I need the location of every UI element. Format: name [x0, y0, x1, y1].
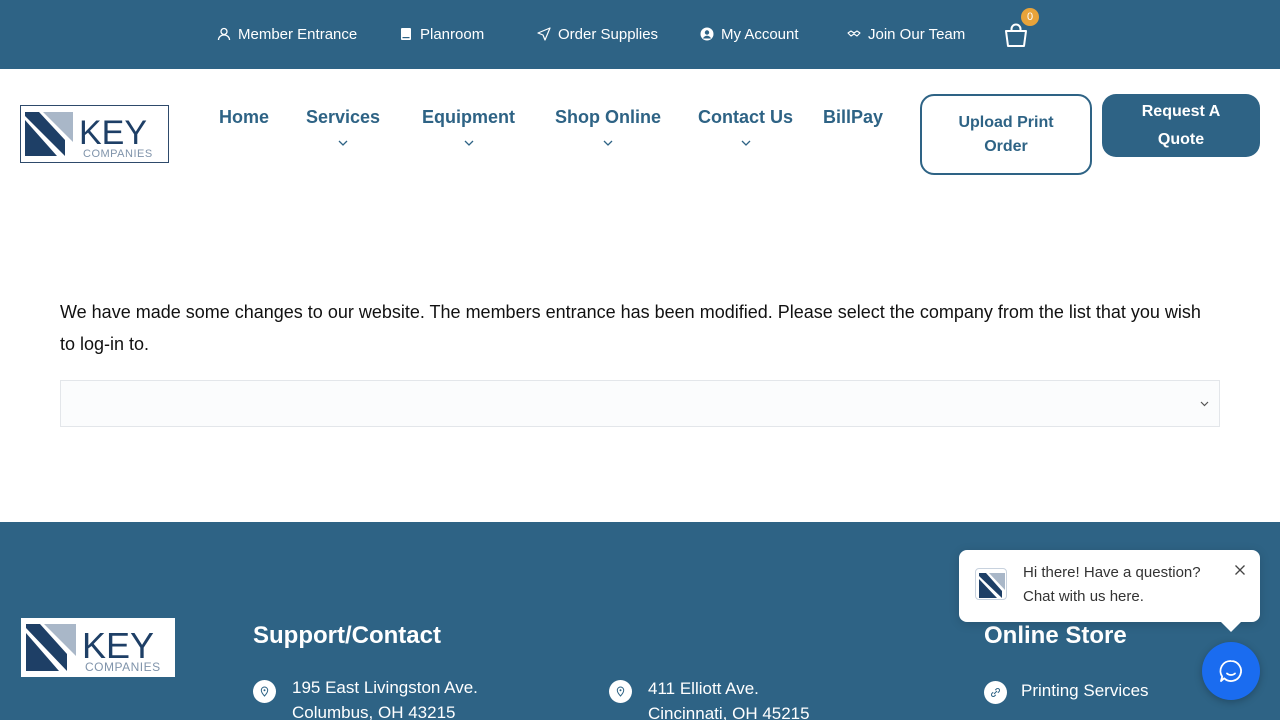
nav-shop-online-label: Shop Online [555, 107, 661, 127]
chat-prompt-line1: Hi there! Have a question? [1023, 564, 1201, 581]
nav-home-label: Home [219, 107, 270, 127]
chevron-down-icon [603, 140, 613, 146]
cart-count-badge: 0 [1021, 8, 1039, 26]
nav-shop-online[interactable]: Shop Online [555, 107, 661, 146]
cincinnati-address[interactable]: 411 Elliott Ave. Cincinnati, OH 45215 [648, 676, 810, 720]
nav-services-label: Services [306, 107, 381, 127]
link-icon [984, 681, 1007, 704]
printing-services-link[interactable]: Printing Services [1021, 681, 1149, 701]
nav-contact-us-label: Contact Us [698, 107, 794, 127]
company-select[interactable] [60, 380, 1220, 427]
chevron-down-icon [1200, 401, 1209, 407]
upload-print-order-button[interactable]: Upload Print Order [920, 94, 1092, 175]
chat-prompt-bubble[interactable]: Hi there! Have a question? Chat with us … [959, 550, 1260, 632]
book-icon [401, 28, 411, 40]
send-icon [537, 27, 551, 41]
top-bar: Member Entrance Planroom Order Supplies … [0, 0, 1280, 69]
columbus-address-line1: 195 East Livingston Ave. [292, 678, 478, 697]
location-pin-icon [253, 680, 276, 703]
my-account-label: My Account [721, 25, 799, 43]
join-our-team-label: Join Our Team [868, 25, 966, 43]
nav-equipment[interactable]: Equipment [422, 107, 515, 146]
nav-home[interactable]: Home [219, 107, 269, 128]
members-notice-text: We have made some changes to our website… [60, 302, 1201, 354]
nav-billpay-label: BillPay [823, 107, 884, 127]
columbus-address[interactable]: 195 East Livingston Ave. Columbus, OH 43… [292, 675, 478, 720]
user-icon [217, 27, 231, 41]
support-contact-heading: Support/Contact [253, 622, 441, 649]
planroom-link[interactable]: Planroom [399, 24, 484, 44]
chevron-down-icon [741, 140, 750, 146]
chevron-down-icon [338, 140, 348, 146]
order-supplies-link[interactable]: Order Supplies [537, 24, 658, 44]
member-entrance-label: Member Entrance [238, 25, 358, 43]
member-entrance-link[interactable]: Member Entrance [217, 24, 357, 44]
cincinnati-address-line2: Cincinnati, OH 45215 [648, 704, 810, 720]
location-pin-icon [609, 680, 632, 703]
key-companies-logo[interactable]: KEY COMPANIES [20, 105, 169, 163]
nav-contact-us[interactable]: Contact Us [698, 107, 793, 146]
request-a-quote-button[interactable]: Request A Quote [1102, 94, 1260, 157]
columbus-address-line2: Columbus, OH 43215 [292, 703, 456, 720]
online-store-heading: Online Store [984, 622, 1127, 649]
handshake-icon [847, 30, 861, 37]
cincinnati-address-line1: 411 Elliott Ave. [648, 679, 759, 698]
chevron-down-icon [464, 140, 473, 146]
chat-prompt-text: Hi there! Have a question? Chat with us … [1023, 561, 1201, 609]
planroom-label: Planroom [420, 25, 485, 43]
nav-services[interactable]: Services [306, 107, 380, 146]
my-account-link[interactable]: My Account [700, 24, 799, 44]
footer-key-companies-logo[interactable]: KEY COMPANIES [21, 618, 175, 677]
shopping-bag-icon[interactable] [1003, 22, 1029, 48]
account-circle-icon [700, 27, 714, 41]
close-icon[interactable] [1234, 564, 1246, 576]
logo-subtitle: COMPANIES [83, 148, 153, 160]
logo-word: KEY [79, 114, 147, 152]
chat-launcher-button[interactable] [1202, 642, 1260, 700]
nav-billpay[interactable]: BillPay [823, 107, 883, 128]
nav-equipment-label: Equipment [422, 107, 515, 127]
chat-prompt-line2: Chat with us here. [1023, 588, 1144, 605]
join-our-team-link[interactable]: Join Our Team [847, 24, 965, 44]
chat-avatar [975, 568, 1007, 600]
footer-logo-subtitle: COMPANIES [85, 660, 161, 674]
chat-icon [1219, 660, 1242, 682]
order-supplies-label: Order Supplies [558, 25, 659, 43]
